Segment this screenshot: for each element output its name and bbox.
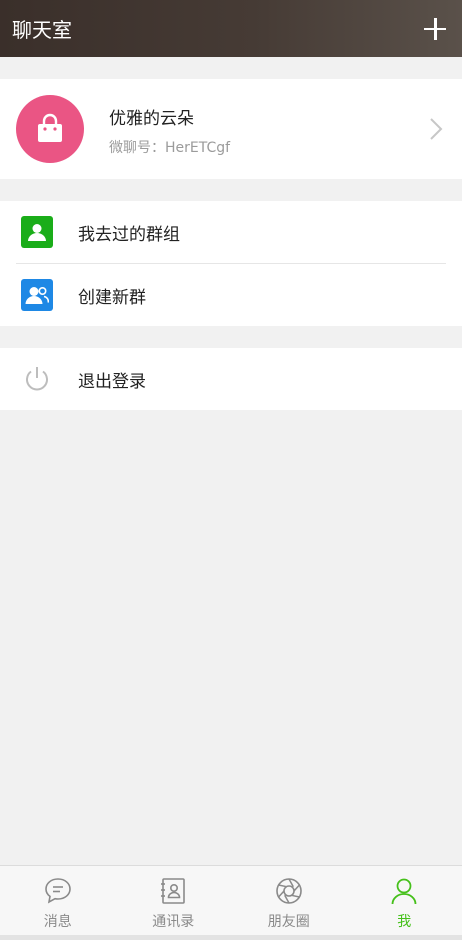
avatar: [16, 95, 84, 163]
chat-bubble-icon: [44, 878, 71, 904]
profile-name: 优雅的云朵: [109, 109, 194, 129]
group-visited-icon: [21, 216, 53, 248]
tab-label: 朋友圈: [267, 914, 310, 930]
tab-me[interactable]: 我: [347, 866, 462, 935]
person-icon: [391, 878, 417, 905]
page-title: 聊天室: [12, 18, 72, 42]
group-menu: 我去过的群组 创建新群: [0, 201, 462, 326]
menu-item-create-group[interactable]: 创建新群: [0, 264, 462, 326]
tab-label: 消息: [43, 914, 72, 930]
plus-icon[interactable]: [422, 16, 448, 42]
bottom-tab-bar: 消息 通讯录 朋友圈 我: [0, 865, 462, 935]
camera-aperture-icon: [275, 878, 302, 904]
bottom-divider: [0, 935, 462, 940]
contacts-book-icon: [161, 878, 186, 904]
tab-messages[interactable]: 消息: [0, 866, 116, 935]
tab-label: 我: [397, 914, 412, 930]
logout-label: 退出登录: [78, 372, 146, 392]
power-icon: [26, 367, 48, 391]
menu-item-visited-groups[interactable]: 我去过的群组: [0, 201, 462, 263]
tab-moments[interactable]: 朋友圈: [231, 866, 347, 935]
app-header: 聊天室: [0, 0, 462, 57]
chevron-right-icon: [430, 118, 443, 140]
profile-card[interactable]: 优雅的云朵 微聊号：HerETCgf: [0, 79, 462, 179]
tab-label: 通讯录: [152, 914, 195, 930]
tab-contacts[interactable]: 通讯录: [116, 866, 232, 935]
menu-item-label: 创建新群: [78, 287, 146, 308]
logout-button[interactable]: 退出登录: [0, 348, 462, 410]
create-group-icon: [21, 279, 53, 311]
profile-id: 微聊号：HerETCgf: [109, 140, 231, 156]
shopping-bag-icon: [38, 113, 62, 142]
menu-item-label: 我去过的群组: [78, 224, 180, 245]
